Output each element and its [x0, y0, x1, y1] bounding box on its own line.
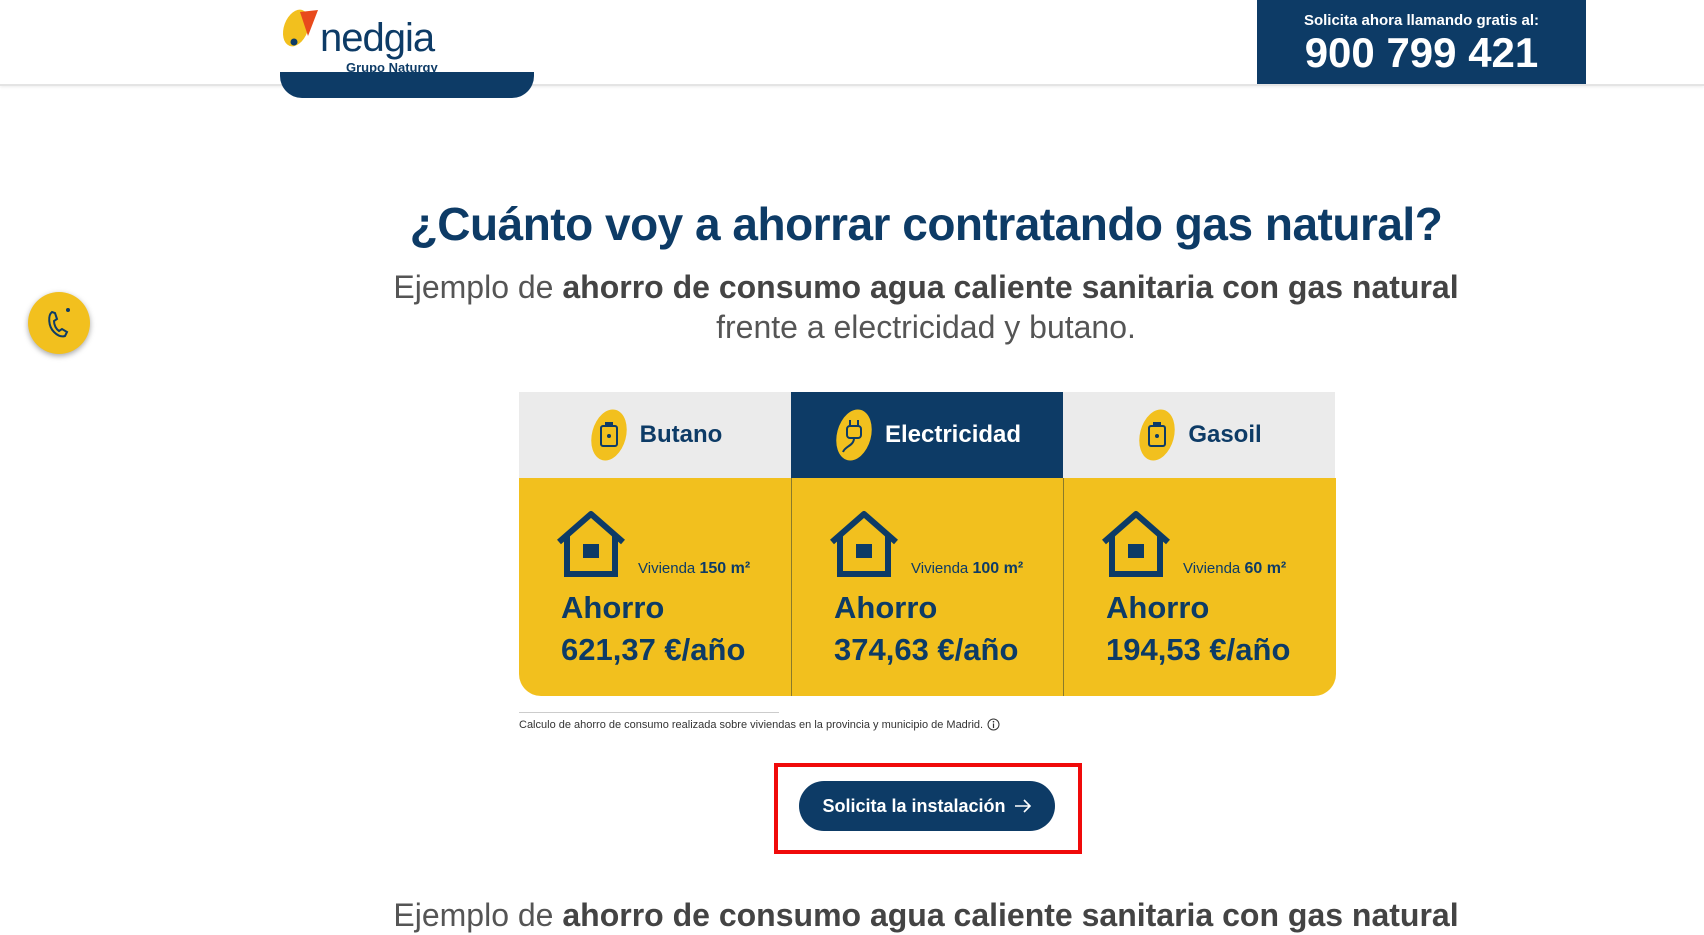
- electric-plug-icon: [836, 409, 872, 461]
- savings-amount: 194,53 €/año: [1106, 632, 1291, 667]
- page-subtitle: Ejemplo de ahorro de consumo agua calien…: [380, 267, 1472, 347]
- house-icon: [557, 511, 625, 577]
- second-subtitle: Ejemplo de ahorro de consumo agua calien…: [380, 895, 1472, 935]
- page-title: ¿Cuánto voy a ahorrar contratando gas na…: [409, 198, 1443, 250]
- footnote-divider: [519, 712, 779, 713]
- call-label: Solicita ahora llamando gratis al:: [1303, 12, 1540, 29]
- fuel-label: Gasoil: [1188, 421, 1262, 448]
- call-box[interactable]: Solicita ahora llamando gratis al: 900 7…: [1257, 0, 1586, 84]
- dwelling-size: Vivienda 60 m²: [1183, 560, 1287, 577]
- ahorro-label: Ahorro: [834, 590, 938, 625]
- subtitle2-prefix: Ejemplo de: [393, 897, 563, 933]
- subtitle2-bold: ahorro de consumo agua caliente sanitari…: [562, 897, 1459, 933]
- fuel-label: Butano: [639, 421, 723, 448]
- site-header: nedgia Grupo Naturgy Solicita ahora llam…: [0, 0, 1704, 86]
- subtitle-suffix: frente a electricidad y butano.: [716, 309, 1136, 345]
- savings-card: Vivienda 150 m² Ahorro 621,37 €/año: [519, 478, 791, 696]
- ahorro-label: Ahorro: [561, 590, 665, 625]
- arrow-right-icon: [1014, 799, 1031, 813]
- footnote: Calculo de ahorro de consumo realizada s…: [519, 718, 1000, 731]
- savings-card: Vivienda 60 m² Ahorro 194,53 €/año: [1063, 478, 1336, 696]
- house-icon: [1102, 511, 1170, 577]
- info-icon[interactable]: [987, 718, 1000, 731]
- fuel-header: Butano: [519, 392, 791, 478]
- subtitle-prefix: Ejemplo de: [393, 269, 563, 305]
- call-number[interactable]: 900 799 421: [1257, 31, 1586, 75]
- phone-icon: [48, 308, 70, 338]
- dwelling-size: Vivienda 150 m²: [638, 560, 751, 577]
- house-icon: [830, 511, 898, 577]
- logo-text: nedgia: [320, 16, 435, 60]
- gas-bottle-icon: [590, 409, 627, 461]
- savings-column-gasoil: Gasoil Vivienda 60 m² Ahorro 194,53 €/añ…: [1063, 392, 1336, 696]
- savings-amount: 621,37 €/año: [561, 632, 746, 667]
- savings-amount: 374,63 €/año: [834, 632, 1019, 667]
- fuel-header: Electricidad: [791, 392, 1063, 478]
- fuel-header: Gasoil: [1063, 392, 1335, 478]
- nedgia-logo[interactable]: nedgia Grupo Naturgy: [278, 6, 448, 78]
- gas-bottle-icon: [1139, 409, 1176, 461]
- footnote-text: Calculo de ahorro de consumo realizada s…: [519, 718, 984, 731]
- logo-mark-icon: [282, 9, 318, 47]
- dwelling-size: Vivienda 100 m²: [911, 560, 1024, 577]
- savings-card: Vivienda 100 m² Ahorro 374,63 €/año: [791, 478, 1064, 696]
- savings-column-butano: Butano Vivienda 150 m² Ahorro 621,37 €/a…: [519, 392, 791, 696]
- cta-label: Solicita la instalación: [822, 795, 1006, 816]
- ahorro-label: Ahorro: [1106, 590, 1210, 625]
- subtitle-bold: ahorro de consumo agua caliente sanitari…: [562, 269, 1459, 305]
- savings-comparison-table: Butano Vivienda 150 m² Ahorro 621,37 €/a…: [519, 392, 1336, 696]
- request-installation-button[interactable]: Solicita la instalación: [799, 781, 1055, 831]
- savings-column-electricidad: Electricidad Vivienda 100 m² Ahorro 374,…: [791, 392, 1064, 696]
- fuel-label: Electricidad: [884, 421, 1022, 448]
- header-menu-button[interactable]: [280, 72, 534, 98]
- floating-call-button[interactable]: [28, 292, 90, 354]
